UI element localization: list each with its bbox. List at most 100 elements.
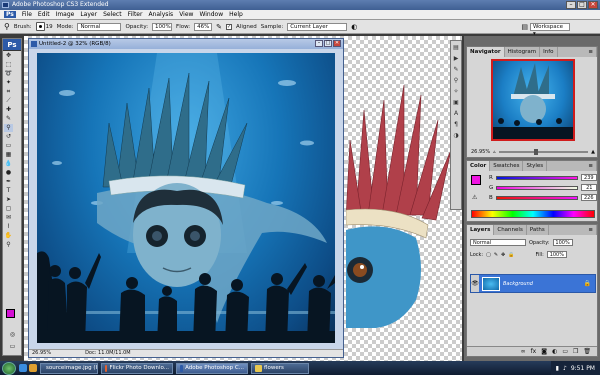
doc-minimize-button[interactable]: – xyxy=(315,40,323,47)
navigator-thumbnail[interactable] xyxy=(491,59,575,141)
folder-icon[interactable] xyxy=(29,364,37,372)
screen-mode-icon[interactable]: ▭ xyxy=(8,343,17,351)
taskbar-item-flowers[interactable]: flowers xyxy=(251,362,309,374)
navigator-zoom-slider[interactable] xyxy=(498,149,589,155)
document-image[interactable] xyxy=(37,53,335,343)
lasso-tool-icon[interactable]: ➰ xyxy=(4,70,13,78)
panel-menu-icon[interactable]: ≡ xyxy=(585,47,597,57)
menu-select[interactable]: Select xyxy=(103,11,122,18)
path-selection-tool-icon[interactable]: ➤ xyxy=(4,196,13,204)
layer-row-background[interactable]: 👁 Background 🔒 xyxy=(470,274,596,293)
menu-filter[interactable]: Filter xyxy=(128,11,143,18)
color-foreground-swatch[interactable] xyxy=(471,175,481,185)
opacity-field[interactable]: 100% xyxy=(152,22,173,31)
minimize-button[interactable]: – xyxy=(566,1,576,9)
actions-panel-icon[interactable]: ▶ xyxy=(451,55,461,63)
dodge-tool-icon[interactable]: ● xyxy=(4,169,13,177)
tab-layers[interactable]: Layers xyxy=(467,225,495,235)
menu-view[interactable]: View xyxy=(179,11,193,18)
mode-select[interactable]: Normal xyxy=(77,22,122,31)
slice-tool-icon[interactable]: ⟋ xyxy=(4,97,13,105)
workspace-menu[interactable]: Workspace ▾ xyxy=(530,22,570,37)
color-panel-menu-icon[interactable]: ≡ xyxy=(585,161,597,171)
delete-layer-icon[interactable]: 🗑 xyxy=(583,347,591,356)
new-group-icon[interactable]: ▭ xyxy=(562,347,568,356)
tab-swatches[interactable]: Swatches xyxy=(490,161,524,171)
navigator-zoom-value[interactable]: 26.95% xyxy=(471,149,490,155)
green-slider[interactable] xyxy=(496,185,579,190)
close-button[interactable]: ✕ xyxy=(588,1,598,9)
foreground-color-swatch[interactable] xyxy=(6,309,15,318)
gradient-tool-icon[interactable]: ▦ xyxy=(4,151,13,159)
character-panel-icon[interactable]: A xyxy=(451,110,461,118)
aligned-checkbox[interactable]: ✓ xyxy=(226,23,233,30)
visibility-eye-icon[interactable]: 👁 xyxy=(471,275,479,292)
menu-help[interactable]: Help xyxy=(229,11,243,18)
blue-value[interactable]: 226 xyxy=(580,194,597,201)
menu-analysis[interactable]: Analysis xyxy=(148,11,173,18)
lock-all-icon[interactable]: 🔒 xyxy=(508,252,514,258)
move-tool-icon[interactable]: ✥ xyxy=(4,52,13,60)
tab-color[interactable]: Color xyxy=(467,161,491,171)
layer-comps-panel-icon[interactable]: ▣ xyxy=(451,99,461,107)
taskbar-item-sourceimage[interactable]: sourceimage.jpg (IP... xyxy=(40,362,98,374)
layer-mask-icon[interactable]: ◙ xyxy=(541,347,547,356)
menu-file[interactable]: File xyxy=(22,11,32,18)
layers-panel-menu-icon[interactable]: ≡ xyxy=(585,225,597,235)
color-spectrum-bar[interactable] xyxy=(471,210,595,218)
shape-tool-icon[interactable]: ▢ xyxy=(4,205,13,213)
zoom-out-icon[interactable]: ▵ xyxy=(493,149,496,155)
menu-image[interactable]: Image xyxy=(56,11,75,18)
eyedropper-tool-icon[interactable]: ⌇ xyxy=(4,223,13,231)
layer-style-icon[interactable]: fx xyxy=(531,347,537,356)
tab-styles[interactable]: Styles xyxy=(523,161,548,171)
zoom-slider-thumb[interactable] xyxy=(534,149,539,155)
document-title-bar[interactable]: Untitled-2 @ 32% (RGB/8) – □ ✕ xyxy=(29,39,343,49)
airbrush-icon[interactable]: ✎ xyxy=(216,23,222,31)
blue-slider[interactable] xyxy=(495,195,578,200)
new-layer-icon[interactable]: ❐ xyxy=(573,347,578,356)
ignore-adjustment-layers-icon[interactable]: ◐ xyxy=(351,23,357,31)
link-layers-icon[interactable]: ∞ xyxy=(521,347,526,356)
document-zoom[interactable]: 26.95% xyxy=(32,350,51,357)
red-value[interactable]: 239 xyxy=(580,174,597,181)
brushes-panel-icon[interactable]: ✎ xyxy=(451,66,461,74)
tab-channels[interactable]: Channels xyxy=(494,225,527,235)
document-window[interactable]: Untitled-2 @ 32% (RGB/8) – □ ✕ 26.95% Do… xyxy=(28,38,344,358)
history-brush-tool-icon[interactable]: ↺ xyxy=(4,133,13,141)
brush-preset-picker[interactable] xyxy=(35,22,45,31)
quick-mask-icon[interactable]: ◎ xyxy=(8,331,17,339)
magic-wand-tool-icon[interactable]: ✦ xyxy=(4,79,13,87)
menu-layer[interactable]: Layer xyxy=(80,11,97,18)
lock-position-icon[interactable]: ✥ xyxy=(501,252,505,258)
paragraph-panel-icon[interactable]: ¶ xyxy=(451,121,461,129)
layer-name[interactable]: Background xyxy=(503,281,533,287)
tab-navigator[interactable]: Navigator xyxy=(467,47,505,57)
zoom-tool-icon[interactable]: ⚲ xyxy=(4,241,13,249)
clone-stamp-tool-icon[interactable]: ⚲ xyxy=(4,22,10,31)
menu-edit[interactable]: Edit xyxy=(38,11,50,18)
menu-ps[interactable]: Ps xyxy=(4,11,16,18)
menu-window[interactable]: Window xyxy=(199,11,223,18)
lock-transparent-icon[interactable]: ▢ xyxy=(486,252,491,258)
panel-toggle-icon[interactable]: ▤ xyxy=(521,23,528,31)
zoom-in-icon[interactable]: ▲ xyxy=(591,149,595,155)
sample-select[interactable]: Current Layer xyxy=(287,22,348,31)
healing-brush-tool-icon[interactable]: ✚ xyxy=(4,106,13,114)
clock[interactable]: 9:51 PM xyxy=(571,365,595,372)
doc-maximize-button[interactable]: □ xyxy=(324,40,332,47)
tab-paths[interactable]: Paths xyxy=(527,225,549,235)
fill-field[interactable]: 100% xyxy=(546,251,567,258)
layers-opacity-field[interactable]: 100% xyxy=(552,239,573,246)
taskbar-item-flickr[interactable]: Flickr Photo Downlo... xyxy=(101,362,173,374)
tool-presets-panel-icon[interactable]: ✧ xyxy=(451,88,461,96)
info-panel-icon[interactable]: ◑ xyxy=(451,132,461,140)
ie-icon[interactable] xyxy=(19,364,27,372)
blend-mode-select[interactable]: Normal xyxy=(470,239,526,246)
crop-tool-icon[interactable]: ⌗ xyxy=(4,88,13,96)
green-value[interactable]: 21 xyxy=(581,184,598,191)
start-button[interactable] xyxy=(2,361,16,375)
clone-stamp-tool-icon[interactable]: ⚲ xyxy=(4,124,13,132)
network-icon[interactable]: ▮ xyxy=(556,365,559,372)
brush-tool-icon[interactable]: ✎ xyxy=(4,115,13,123)
